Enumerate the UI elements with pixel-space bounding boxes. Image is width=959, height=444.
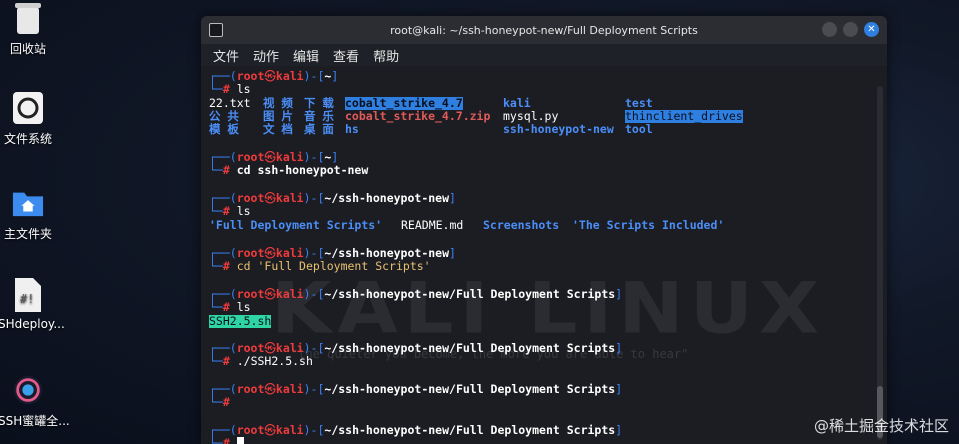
text-cursor — [236, 437, 244, 444]
kali-watermark: KALI LINUX — [271, 268, 826, 350]
minimize-button[interactable] — [822, 22, 837, 37]
prompt-line: ┌──(root㉿kali)-[~/ssh-honeypot-new/Full … — [209, 423, 623, 437]
desktop-icon-trash[interactable]: 回收站 — [0, 0, 58, 57]
svg-text:#!: #! — [20, 292, 34, 306]
corner-watermark: @稀土掘金技术社区 — [813, 417, 949, 435]
ls-item: 'Full Deployment Scripts' — [209, 218, 383, 232]
ls-item: README.md — [401, 218, 464, 232]
drive-icon — [12, 90, 44, 126]
desktop-icon-label: SHdeploy... — [0, 317, 65, 331]
command-line[interactable]: └─# — [209, 437, 244, 444]
window-titlebar[interactable]: root@kali: ~/ssh-honeypot-new/Full Deplo… — [201, 16, 887, 44]
command-line: └─# ./SSH2.5.sh — [209, 354, 313, 368]
menu-file[interactable]: 文件 — [213, 46, 239, 65]
command-line: └─# cd ssh-honeypot-new — [209, 163, 369, 177]
desktop-icon-label: SSH蜜罐全... — [0, 414, 70, 428]
desktop-icon-label: 文件系统 — [3, 132, 52, 146]
command-line: └─# ls — [209, 300, 251, 314]
ls-item: hs — [345, 122, 359, 136]
command-line: └─# — [209, 395, 230, 409]
desktop-icon-label: 主文件夹 — [3, 227, 52, 241]
menu-view[interactable]: 查看 — [333, 46, 359, 65]
window-title: root@kali: ~/ssh-honeypot-new/Full Deplo… — [390, 23, 698, 37]
maximize-button[interactable] — [843, 22, 858, 37]
app-launcher-icon — [12, 372, 44, 408]
ls-item: 模 板 — [209, 122, 239, 136]
home-folder-icon — [12, 185, 44, 221]
desktop-icon-home[interactable]: 主文件夹 — [0, 185, 58, 242]
close-button[interactable]: ✕ — [864, 22, 879, 37]
desktop-icon-label: 回收站 — [9, 42, 46, 56]
command-line: └─# ls — [209, 204, 251, 218]
scrollbar[interactable] — [877, 86, 883, 440]
ls-item: Screenshots — [483, 218, 560, 232]
desktop-icon-app[interactable]: SSH蜜罐全... — [0, 372, 70, 429]
ls-item: ssh-honeypot-new — [503, 122, 614, 136]
desktop-icon-script[interactable]: #! SHdeploy... — [0, 277, 65, 331]
menu-help[interactable]: 帮助 — [373, 46, 399, 65]
terminal-window[interactable]: root@kali: ~/ssh-honeypot-new/Full Deplo… — [201, 16, 887, 444]
prompt-line: ┌──(root㉿kali)-[~/ssh-honeypot-new/Full … — [209, 287, 623, 301]
command-line: └─# ls — [209, 82, 251, 96]
ls-item: 'The Scripts Included' — [572, 218, 725, 232]
trash-icon — [12, 0, 44, 36]
desktop-icon-filesystem[interactable]: 文件系统 — [0, 90, 58, 147]
menu-actions[interactable]: 动作 — [253, 46, 279, 65]
ls-item: tool — [625, 122, 653, 136]
close-icon: ✕ — [867, 23, 876, 35]
ls-item: cobalt_strike_4.7.zip — [345, 109, 491, 123]
script-file-icon: #! — [12, 277, 44, 313]
ls-item: 桌 面 — [304, 122, 334, 136]
menu-edit[interactable]: 编辑 — [293, 46, 319, 65]
menu-bar: 文件 动作 编辑 查看 帮助 — [201, 44, 887, 66]
ls-item: SSH2.5.sh — [209, 314, 272, 328]
prompt-line: ┌──(root㉿kali)-[~/ssh-honeypot-new/Full … — [209, 382, 623, 396]
ls-item: 文 档 — [263, 122, 293, 136]
terminal-output[interactable]: KALI LINUX "the quieter you become, the … — [201, 66, 887, 444]
command-line: └─# cd 'Full Deployment Scripts' — [209, 259, 431, 273]
terminal-icon — [209, 23, 223, 37]
